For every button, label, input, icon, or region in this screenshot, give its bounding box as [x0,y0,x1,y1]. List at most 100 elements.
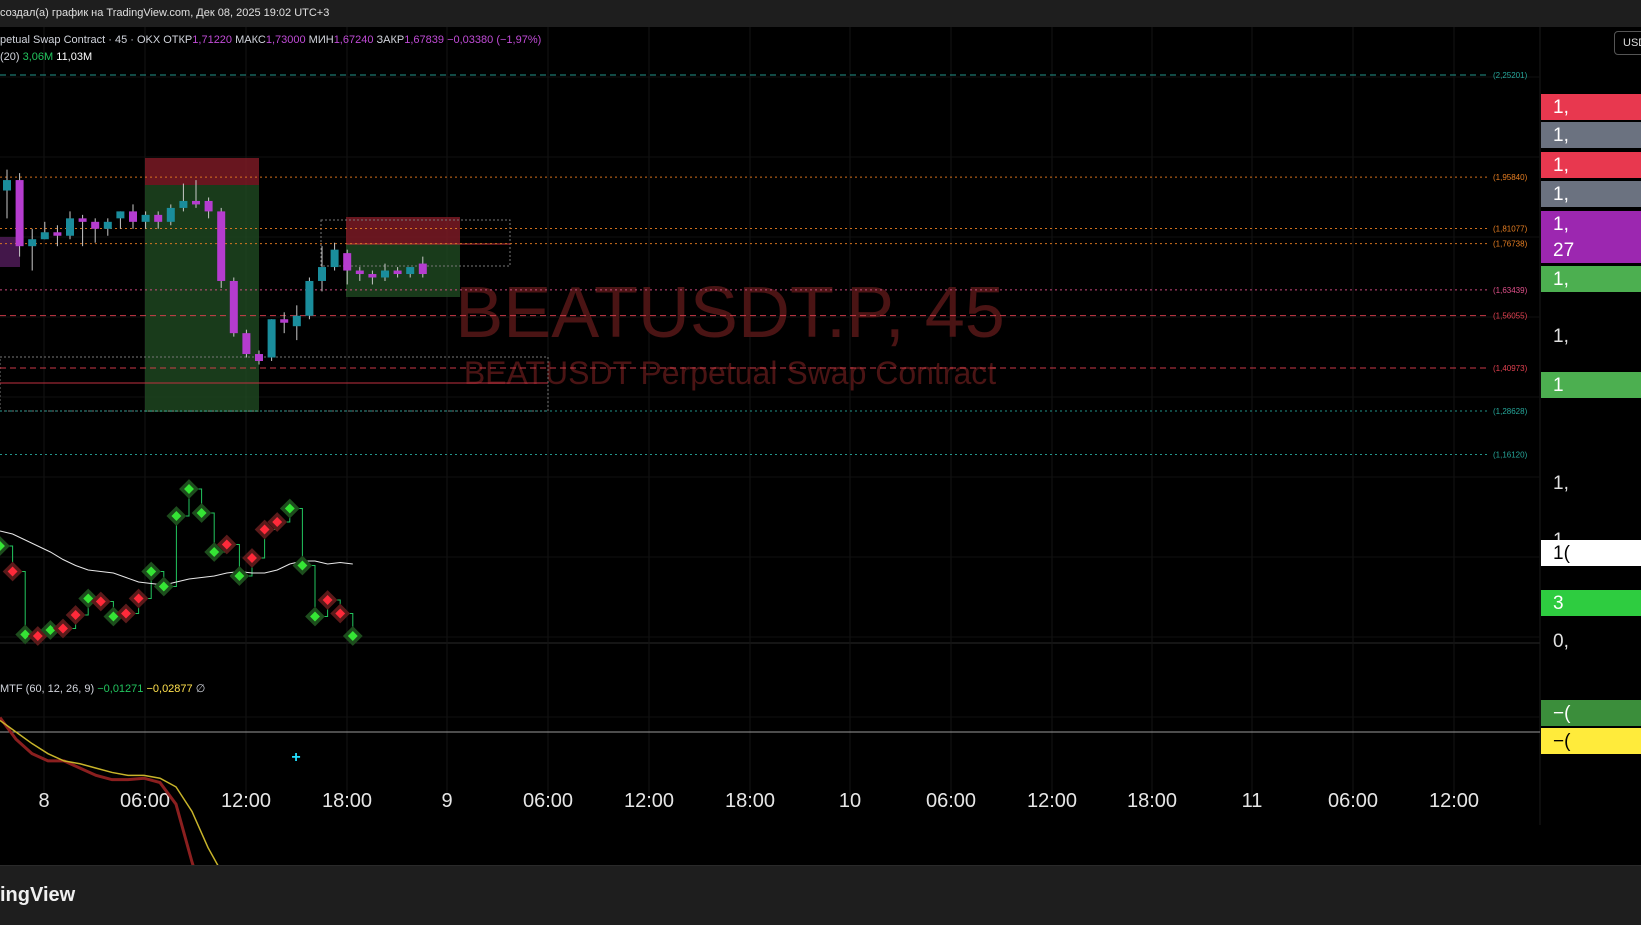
candle-body [103,221,112,229]
candle-body [393,270,402,275]
x-tick-label: 12:00 [624,790,674,812]
price-level-label: (1,16120) [1493,451,1528,460]
price-level-label: (1,56055) [1493,312,1528,321]
short-stop-zone [145,158,259,185]
watermark-subtitle: BEATUSDT Perpetual Swap Contract [464,355,996,391]
macd-name: MTF (60, 12, 26, 9) [0,683,95,695]
x-tick-label: 06:00 [926,790,976,812]
price-level-label: (1,63439) [1493,286,1528,295]
volume-value-1: 3,06M [22,51,54,63]
candle-body [91,221,100,229]
price-tag-text: 3 [1553,593,1564,614]
x-tick-label: 18:00 [1127,790,1177,812]
open-value: 1,71220 [192,34,233,46]
price-chart[interactable]: 8 06:00 12:00 18:00 9 06:00 12:00 18:00 10 06:00 1… [0,27,1641,865]
watermark-title: BEATUSDT.P, 45 [455,273,1005,353]
candle-body [154,214,163,222]
price-level-label: (1,95840) [1493,173,1528,182]
x-tick-label: 12:00 [1429,790,1479,812]
price-tag-text: 1, [1553,473,1569,494]
price-level-label: (2,25201) [1493,71,1528,80]
footer-bar: ingView [0,865,1641,925]
candle-body [292,315,301,327]
volume-length: (20) [0,51,20,63]
currency-button[interactable]: USD [1614,31,1641,55]
x-tick-label: 11 [1242,790,1263,812]
candle-body [53,232,62,236]
candle-body [418,263,427,275]
macd-legend: MTF (60, 12, 26, 9) −0,01271 −0,02877 ∅ [0,682,205,695]
change-value: −0,03380 (−1,97%) [447,34,542,46]
candle-body [305,280,314,316]
candle-body [255,354,263,361]
high-label: МАКС [235,34,266,46]
price-tag-text: −( [1553,731,1571,752]
macd-value-1: −0,01271 [97,683,144,695]
candle-body [368,274,377,278]
candle-body [15,180,24,247]
short2-target-zone [346,244,460,297]
candle-body [355,270,364,275]
candle-body [217,211,226,281]
candle-body [343,253,352,271]
symbol-legend: petual Swap Contract · 45 · OKX ОТКР1,71… [0,34,541,46]
x-tick-label: 9 [441,790,452,812]
candle-body [129,211,137,222]
volume-value-2: 11,03M [56,51,93,63]
x-tick-label: 18:00 [725,790,775,812]
candle-body [267,319,276,358]
open-label: ОТКР [163,34,193,46]
x-tick-label: 06:00 [523,790,573,812]
x-tick-label: 8 [38,790,49,812]
candle-body [318,267,326,281]
price-tag-text: 1, [1553,184,1569,205]
price-level-label: (1,40973) [1493,364,1528,373]
macd-cross-icon: + [291,749,300,766]
x-tick-label: 06:00 [120,790,170,812]
candle-body [3,180,11,191]
low-value: 1,67240 [333,34,374,46]
price-tag-text: 1 [1553,375,1564,396]
share-text: создал(а) график на TradingView.com, Дек… [0,7,330,19]
candle-body [179,200,188,208]
x-tick-label: 06:00 [1328,790,1378,812]
candle-body [242,333,251,355]
candle-body [192,200,200,205]
high-value: 1,73000 [265,34,306,46]
share-header: создал(а) график на TradingView.com, Дек… [0,0,1641,28]
candle-body [406,267,415,275]
macd-value-3: ∅ [195,683,206,695]
price-level-label: (1,81077) [1493,225,1528,234]
x-tick-label: 18:00 [322,790,372,812]
volume-legend: (20) 3,06M 11,03M [0,51,92,63]
candle-body [141,214,150,222]
candle-body [166,207,175,222]
low-label: МИН [308,34,334,46]
price-tag-text: 1, [1553,155,1569,176]
candle-body [229,280,238,334]
price-tag-text: 0, [1553,631,1569,652]
close-value: 1,67839 [404,34,445,46]
candle-body [40,232,49,240]
candle-body [116,211,125,219]
price-tag-text: 1, [1553,326,1569,347]
price-tag-text: 1, [1553,269,1569,290]
candle-body [204,200,213,212]
price-tag-text: 1, [1553,97,1569,118]
price-tag-text: 1( [1553,543,1571,564]
candle-body [66,218,74,236]
macd-value-2: −0,02877 [146,683,193,695]
x-tick-label: 10 [839,790,861,812]
candle-body [280,319,289,323]
close-label: ЗАКР [376,34,405,46]
price-tag-text: 1, [1553,125,1569,146]
price-level-label: (1,28628) [1493,407,1528,416]
x-tick-label: 12:00 [221,790,271,812]
price-tag-text: 1, [1553,214,1569,235]
candle-body [28,239,37,247]
short2-stop-zone [346,217,460,244]
price-tag-text: 27 [1553,240,1574,261]
price-tag-text: −( [1553,703,1571,724]
candle-body [330,249,339,268]
symbol-name: petual Swap Contract · 45 · OKX [0,34,161,46]
